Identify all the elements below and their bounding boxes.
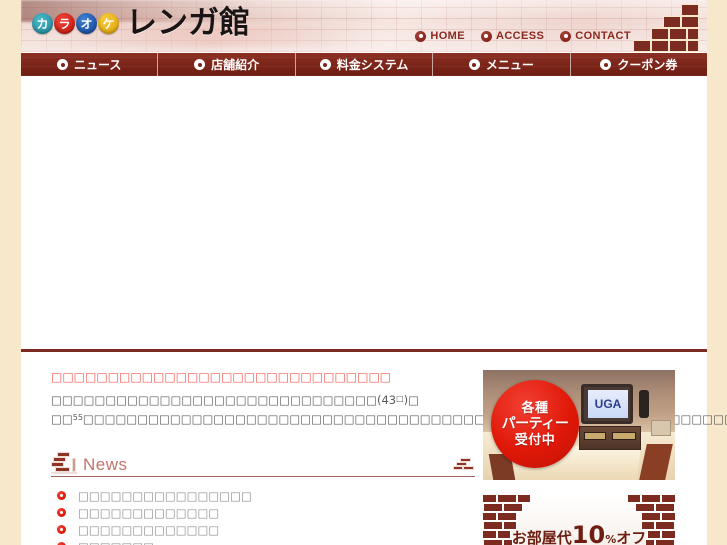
nav-label-news: ニュース	[74, 58, 122, 72]
topnav-label-home: HOME	[430, 30, 465, 42]
tv-screen-label: UGA	[588, 390, 628, 418]
top-utility-nav: HOME ACCESS CONTACT	[415, 30, 631, 42]
content-area: □□□□□□□□□□□□□□□□□□□□□□□□□□□□□□ □□□□□□□□□…	[21, 76, 727, 545]
nav-item-news[interactable]: ニュース	[21, 53, 159, 76]
logo-kana-circles: カ ラ オ ケ	[32, 13, 119, 34]
nav-label-coupon: クーポン券	[617, 58, 678, 72]
party-reception-badge: 各種 パーティー 受付中	[491, 380, 579, 468]
nav-label-pricing: 料金システム	[336, 58, 409, 72]
main-navigation: ニュース 店舗紹介 料金システム メニュー クーポン券	[21, 52, 707, 76]
news-list-item[interactable]: □□□□□□□□□□□□□	[51, 521, 475, 538]
news-item-label[interactable]: □□□□□□□	[78, 540, 154, 545]
nav-item-pricing[interactable]: 料金システム	[296, 53, 434, 76]
brick-staircase-decoration	[633, 0, 707, 52]
room-photo-tv: UGA	[581, 384, 633, 424]
circle-bullet-icon	[600, 59, 612, 70]
news-list-item[interactable]: □□□□□□□	[51, 538, 475, 545]
circle-bullet-icon	[468, 59, 480, 70]
news-section-header: News	[51, 452, 475, 477]
body-columns: □□□□□□□□□□□□□□□□□□□□□□□□□□□□□□ □□□□□□□□□…	[21, 352, 727, 545]
news-heading: News	[83, 455, 128, 474]
logo-kana-circle-2: ラ	[54, 13, 75, 34]
nav-label-shop-info: 店舗紹介	[211, 58, 260, 72]
news-item-label[interactable]: □□□□□□□□□□□□□	[78, 506, 219, 520]
news-list-item[interactable]: □□□□□□□□□□□□□□□□	[51, 487, 475, 504]
news-item-label[interactable]: □□□□□□□□□□□□□□□□	[78, 489, 252, 503]
circle-bullet-icon	[560, 30, 572, 42]
logo-title: レンガ館	[126, 5, 250, 41]
circle-bullet-icon	[57, 59, 68, 70]
intro-headline: □□□□□□□□□□□□□□□□□□□□□□□□□□□□□□	[51, 370, 392, 384]
nav-label-menu: メニュー	[485, 58, 534, 72]
hero-flash-banner[interactable]	[21, 76, 707, 349]
circle-bullet-icon	[57, 491, 66, 500]
room-photo-speaker	[639, 390, 649, 418]
coupon-discount-text: お部屋代10%オフ	[483, 523, 675, 545]
coupon-percent-symbol: %	[605, 533, 617, 545]
site-logo[interactable]: カ ラ オ ケ レンガ館	[32, 8, 250, 39]
logo-kana-circle-3: オ	[76, 13, 97, 34]
nav-item-coupon[interactable]: クーポン券	[571, 53, 707, 76]
topnav-item-access[interactable]: ACCESS	[480, 30, 545, 42]
brick-stack-icon-right	[453, 458, 475, 474]
intro-text-part-1: □□□□□□□□□□□□□□□□□□□□□□□□□□□□□□(43	[51, 393, 397, 407]
circle-bullet-icon	[57, 508, 66, 517]
topnav-item-home[interactable]: HOME	[415, 30, 465, 42]
news-list: □□□□□□□□□□□□□□□□ □□□□□□□□□□□□□ □□□□□□□□□…	[51, 487, 475, 545]
nav-item-menu[interactable]: メニュー	[433, 53, 571, 76]
room-photo-cabinet	[579, 426, 641, 450]
news-header-left: News	[51, 452, 128, 474]
room-photo-side-unit	[651, 420, 671, 436]
logo-kana-circle-1: カ	[32, 13, 53, 34]
main-column: □□□□□□□□□□□□□□□□□□□□□□□□□□□□□□ □□□□□□□□□…	[21, 370, 727, 545]
party-badge-line-2: パーティー	[501, 415, 569, 432]
coupon-suffix: オフ	[616, 529, 647, 545]
topnav-label-contact: CONTACT	[575, 30, 631, 42]
brick-stack-icon	[51, 452, 77, 474]
party-badge-line-1: 各種	[521, 400, 549, 416]
coupon-number: 10	[571, 521, 606, 545]
circle-bullet-icon	[480, 30, 492, 42]
sidebar-column: UGA 各種 パーティー 受付中 お部屋代10%オフ	[483, 370, 707, 545]
circle-bullet-icon	[319, 59, 331, 70]
intro-paragraph: □□□□□□□□□□□□□□□□□□□□□□□□□□□□□□(43□)□ □□5…	[51, 390, 727, 428]
news-item-label[interactable]: □□□□□□□□□□□□□	[78, 523, 219, 537]
banner-party-reception[interactable]: UGA 各種 パーティー 受付中	[483, 370, 675, 480]
banner-room-discount[interactable]: お部屋代10%オフ	[483, 494, 675, 545]
page-root: カ ラ オ ケ レンガ館 HOME ACCESS CONTACT ニュース 店舗…	[0, 0, 727, 545]
news-list-item[interactable]: □□□□□□□□□□□□□	[51, 504, 475, 521]
coupon-prefix: お部屋代	[511, 529, 572, 545]
circle-bullet-icon	[194, 59, 206, 70]
nav-item-shop-info[interactable]: 店舗紹介	[158, 53, 296, 76]
circle-bullet-icon	[57, 525, 66, 534]
topnav-item-contact[interactable]: CONTACT	[560, 30, 631, 42]
intro-superscript-2: 55	[72, 413, 83, 422]
topnav-label-access: ACCESS	[495, 30, 545, 42]
logo-kana-circle-4: ケ	[98, 13, 119, 34]
party-badge-line-3: 受付中	[514, 432, 556, 448]
intro-superscript-1: □	[396, 394, 404, 403]
site-header: カ ラ オ ケ レンガ館 HOME ACCESS CONTACT	[21, 0, 707, 52]
circle-bullet-icon	[415, 30, 427, 42]
